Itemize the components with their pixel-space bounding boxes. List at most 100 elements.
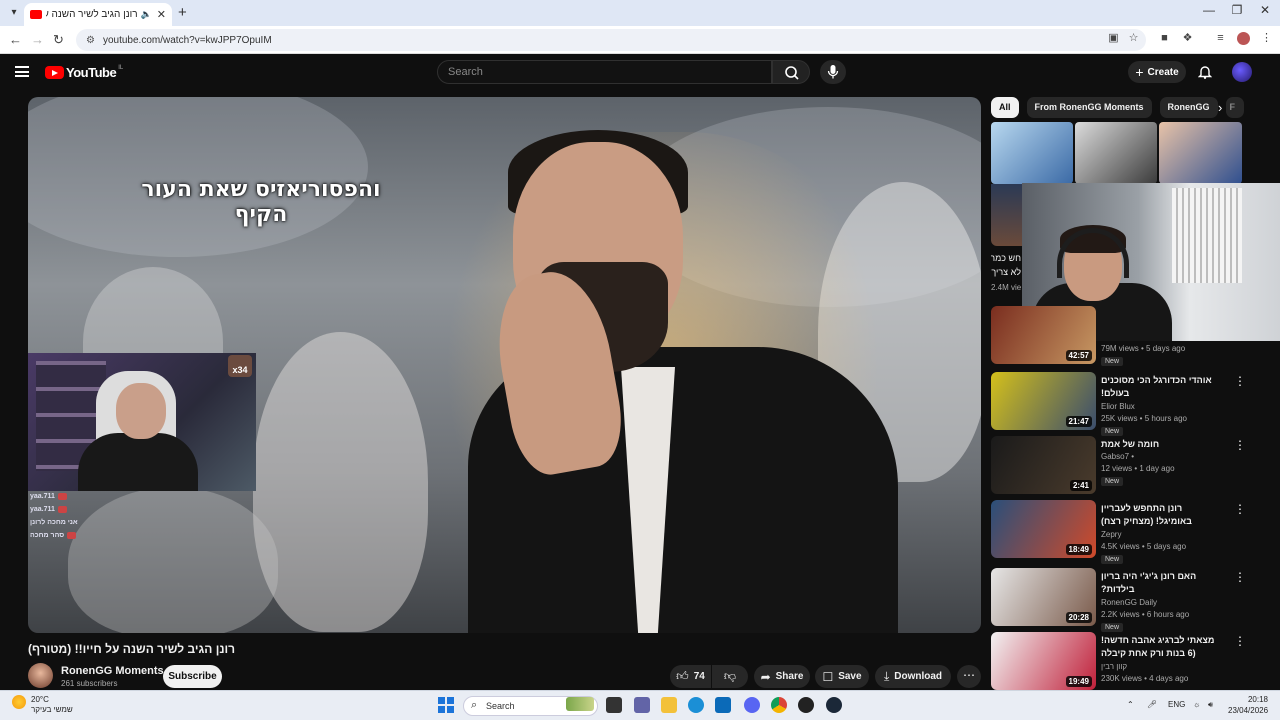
task-view-icon[interactable]	[606, 697, 622, 713]
more-options-icon[interactable]: ⋮	[1234, 634, 1246, 648]
tray-chevron-icon[interactable]: ⌃	[1127, 700, 1134, 709]
more-actions-icon[interactable]: ⋯	[957, 665, 981, 688]
recommendation-item[interactable]: 21:47 אוהדי הכדורגל הכי מסוכנים בעולם! Eli…	[991, 372, 1271, 436]
search-input[interactable]: Search	[437, 60, 772, 84]
steam-icon[interactable]	[826, 697, 842, 713]
site-info-icon[interactable]: ⚙	[86, 35, 95, 46]
partial-recommendation-thumb[interactable]	[991, 122, 1242, 184]
profile-avatar-icon[interactable]	[1237, 32, 1250, 45]
close-window-icon[interactable]: ✕	[1250, 3, 1280, 17]
recommendation-channel[interactable]: RonenGG Daily	[1101, 598, 1157, 607]
emote-icon	[57, 505, 67, 513]
voice-search-button[interactable]	[820, 60, 846, 84]
address-bar[interactable]: ⚙ youtube.com/watch?v=kwJPP7OpuIM	[76, 29, 1146, 51]
subscribe-button[interactable]: Subscribe	[163, 665, 222, 688]
browser-toolbar: ← → ↻ ⚙ youtube.com/watch?v=kwJPP7OpuIM …	[0, 26, 1280, 54]
chip-ronengg[interactable]: RonenGG	[1159, 97, 1218, 118]
video-player[interactable]: והפסוריאזיס שאת העור הקיף x34 yaa.711 ya…	[28, 97, 981, 633]
more-options-icon[interactable]: ⋮	[1234, 374, 1246, 388]
youtube-logo[interactable]: YouTube IL	[45, 65, 123, 80]
recommendation-title[interactable]: מצאתי לברגיג אהבה חדשה! (6 בנות ורק אחת …	[1101, 634, 1219, 660]
share-button[interactable]: ➦ Share	[754, 665, 810, 688]
extension-icon[interactable]: ■	[1158, 32, 1171, 45]
recommendation-item[interactable]: 42:57 79M views • 5 days ago New	[991, 306, 1271, 366]
clock-date: 23/04/2026	[1228, 706, 1269, 715]
extensions-puzzle-icon[interactable]: ❖	[1181, 32, 1194, 45]
dislike-button[interactable]: 👎︎	[712, 665, 748, 688]
obs-icon[interactable]	[798, 697, 814, 713]
install-app-icon[interactable]: ▣	[1107, 32, 1120, 45]
menu-icon[interactable]	[15, 66, 29, 77]
search-highlight-icon	[566, 697, 594, 711]
download-button[interactable]: ⤓ Download	[875, 665, 951, 688]
save-playlist-icon: ☐	[822, 669, 834, 684]
browser-menu-icon[interactable]: ⋮	[1260, 32, 1273, 45]
recommendation-title[interactable]: חומה של אמת	[1101, 438, 1219, 451]
partial-views: 2.4M views	[991, 283, 1021, 292]
discord-icon[interactable]	[744, 697, 760, 713]
back-icon[interactable]: ←	[9, 32, 22, 47]
close-tab-icon[interactable]: ✕	[157, 8, 166, 21]
store-icon[interactable]	[715, 697, 731, 713]
video-thumbnail[interactable]: 42:57	[991, 306, 1096, 364]
teams-icon[interactable]	[634, 697, 650, 713]
recommendation-item[interactable]: 19:49 מצאתי לברגיג אהבה חדשה! (6 בנות ורק…	[991, 632, 1271, 690]
recommendation-title[interactable]: רונן התחפש לעבריין באומיגל! (מצחיק רצח)	[1101, 502, 1219, 528]
reading-list-icon[interactable]: ≡	[1214, 32, 1227, 45]
start-windows-icon[interactable]	[438, 697, 454, 713]
restore-icon[interactable]: ❐	[1222, 3, 1252, 17]
search-button[interactable]	[772, 60, 810, 84]
notifications-bell-icon[interactable]	[1197, 64, 1213, 79]
volume-icon[interactable]: 🔊︎	[1208, 700, 1213, 710]
emote-icon	[67, 531, 77, 539]
recommendation-title[interactable]: האם רונן ג'יג'י היה בריון בילדות?	[1101, 570, 1219, 596]
thumb-part	[991, 122, 1073, 184]
recommendation-channel[interactable]: קוון רבין	[1101, 662, 1127, 671]
chevron-right-icon[interactable]: ›	[1218, 100, 1222, 115]
video-thumbnail[interactable]: 2:41	[991, 436, 1096, 494]
mic-tray-icon[interactable]: 🎤︎	[1147, 700, 1157, 709]
minimize-icon[interactable]: —	[1194, 3, 1224, 17]
more-options-icon[interactable]: ⋮	[1234, 570, 1246, 584]
recommendation-channel[interactable]: Zepry	[1101, 530, 1121, 539]
speaker-icon[interactable]: 🔈	[141, 9, 152, 20]
recommendation-item[interactable]: 20:28 האם רונן ג'יג'י היה בריון בילדות? Ro…	[991, 568, 1271, 632]
forward-icon[interactable]: →	[31, 32, 44, 47]
more-options-icon[interactable]: ⋮	[1234, 502, 1246, 516]
bookmark-star-icon[interactable]: ☆	[1127, 32, 1140, 45]
create-button[interactable]: + Create	[1128, 61, 1186, 83]
recommendation-channel[interactable]: Elior Blux	[1101, 402, 1135, 411]
country-code: IL	[118, 65, 124, 71]
wifi-icon[interactable]: ☼	[1193, 700, 1200, 709]
tab-list-chevron-icon[interactable]: ▾	[6, 5, 22, 21]
more-options-icon[interactable]: ⋮	[1234, 438, 1246, 452]
reload-icon[interactable]: ↻	[53, 32, 64, 48]
window-blinds	[1172, 188, 1242, 283]
video-thumbnail[interactable]: 20:28	[991, 568, 1096, 626]
chip-all[interactable]: All	[991, 97, 1019, 118]
video-thumbnail[interactable]: 19:49	[991, 632, 1096, 690]
recommendation-item[interactable]: 2:41 חומה של אמת Gabso7 • 12 views • 1 day …	[991, 436, 1271, 494]
recommendation-item[interactable]: 18:49 רונן התחפש לעבריין באומיגל! (מצחיק …	[991, 500, 1271, 564]
recommendation-title[interactable]: אוהדי הכדורגל הכי מסוכנים בעולם!	[1101, 374, 1219, 400]
recommendation-meta: 12 views • 1 day ago	[1101, 464, 1175, 473]
weather-widget[interactable]: 20°C שמשי בעיקר	[12, 695, 73, 715]
save-button[interactable]: ☐ Save	[815, 665, 869, 688]
account-avatar[interactable]	[1232, 62, 1252, 82]
chrome-icon[interactable]	[771, 697, 787, 713]
edge-icon[interactable]	[688, 697, 704, 713]
language-indicator[interactable]: ENG	[1168, 700, 1185, 709]
channel-avatar[interactable]	[28, 663, 53, 688]
recommendation-channel[interactable]: Gabso7 •	[1101, 452, 1134, 461]
video-caption: והפסוריאזיס שאת העור הקיף	[141, 177, 381, 227]
new-tab-icon[interactable]: +	[178, 4, 187, 21]
system-clock[interactable]: 20:18 23/04/2026	[1228, 694, 1268, 716]
video-thumbnail[interactable]: 18:49	[991, 500, 1096, 558]
channel-name[interactable]: RonenGG Moments	[61, 665, 164, 677]
browser-tab-youtube[interactable]: רונן הגיב לשיר השנה על ח 🔈 ✕	[24, 3, 172, 26]
chip-partial[interactable]: F	[1225, 97, 1244, 118]
like-button[interactable]: 👍︎ 74	[670, 665, 711, 688]
file-explorer-icon[interactable]	[661, 697, 677, 713]
chip-from-channel[interactable]: From RonenGG Moments	[1026, 97, 1152, 118]
video-thumbnail[interactable]: 21:47	[991, 372, 1096, 430]
